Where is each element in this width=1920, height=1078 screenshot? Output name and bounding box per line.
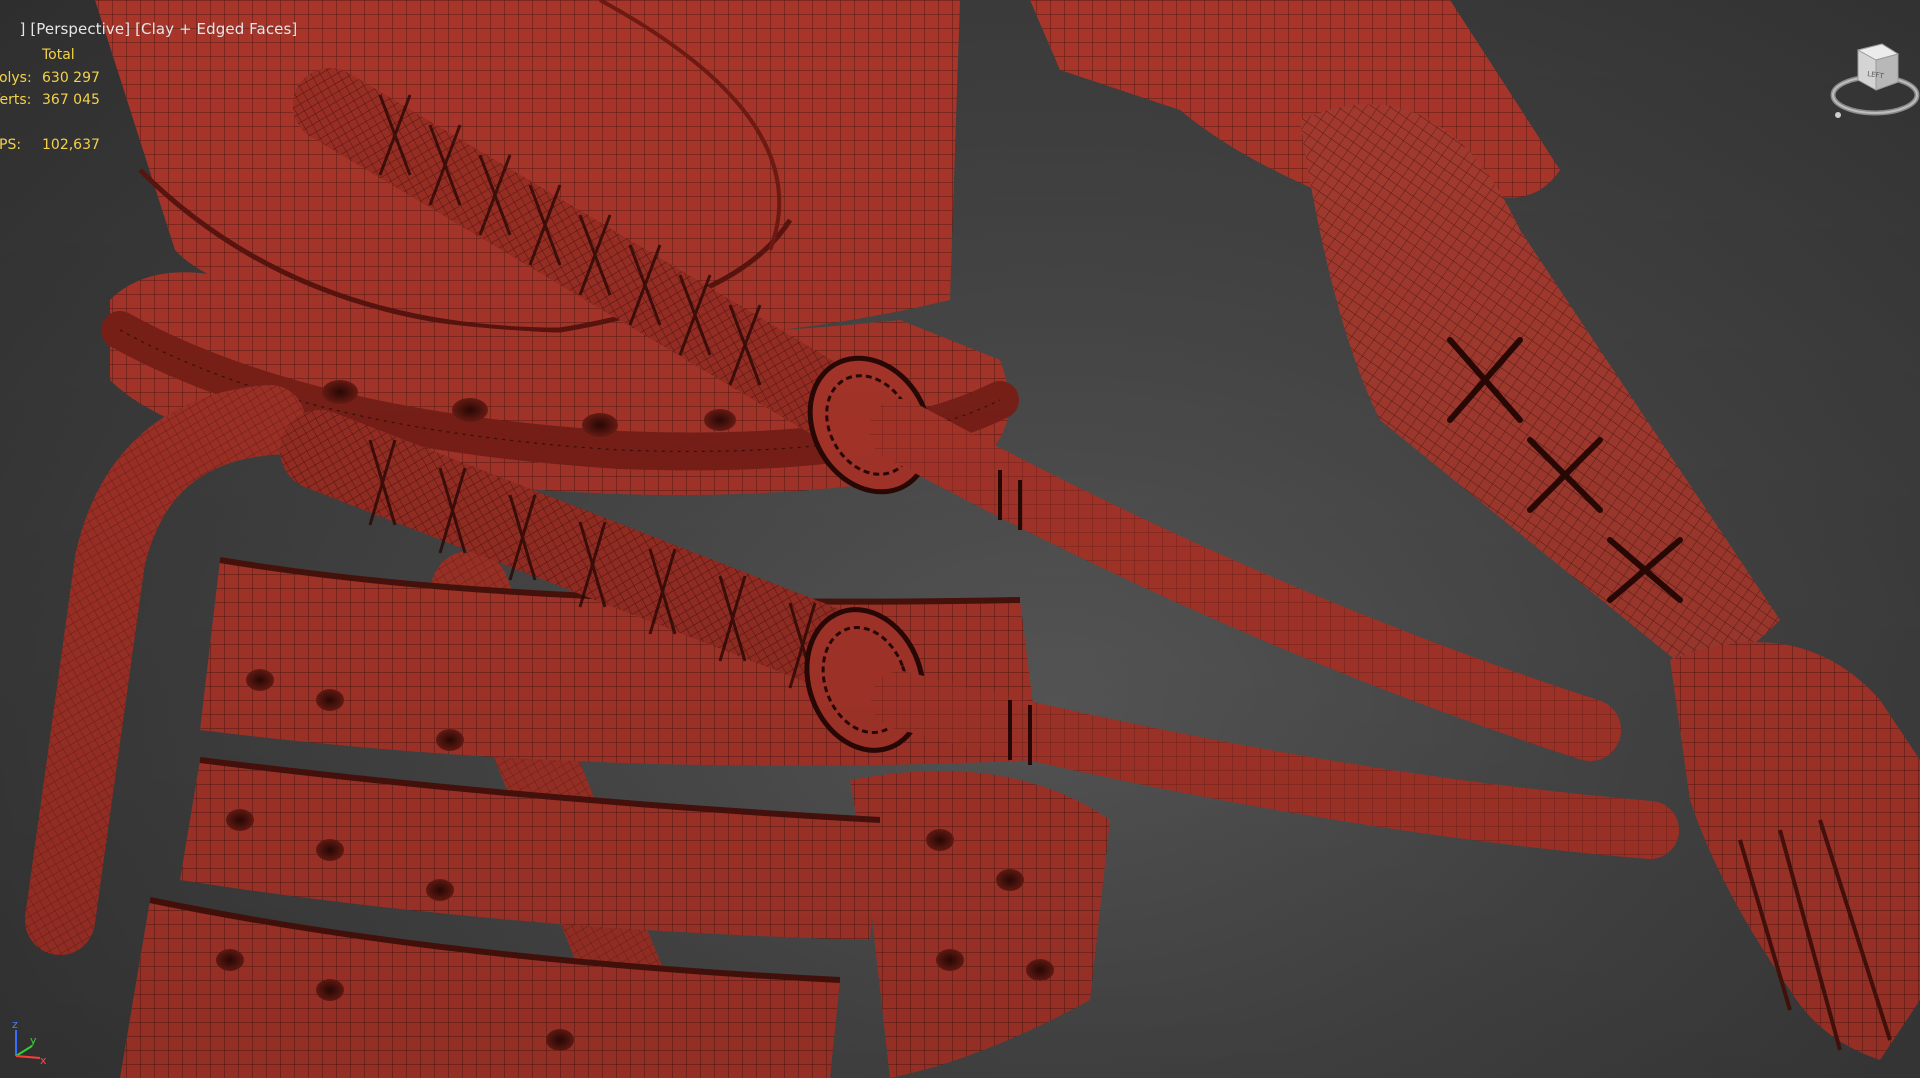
axis-tripod-icon: z y x xyxy=(12,1018,47,1067)
model-scene[interactable] xyxy=(0,0,1920,1078)
right-forearm-bracer xyxy=(1300,104,1780,680)
viewport-point-of-view-label[interactable]: [Perspective] xyxy=(30,20,130,38)
3d-viewport[interactable]: ] [Perspective] [Clay + Edged Faces] Tot… xyxy=(0,0,1920,1078)
stats-fps-label: FPS: xyxy=(0,137,22,153)
stats-fps-row: FPS: 102,637 xyxy=(0,134,122,157)
armor-plates xyxy=(120,557,1110,1078)
axis-label-z: z xyxy=(12,1018,18,1031)
stats-verts-value: 367 045 xyxy=(42,92,100,108)
axis-label-y: y xyxy=(30,1034,37,1047)
scene-statistics: Total Polys: 630 297 Verts: 367 045 FPS:… xyxy=(0,44,122,157)
stats-polys-value: 630 297 xyxy=(42,69,100,86)
viewcube-icon[interactable]: LEFT xyxy=(1820,40,1920,130)
stats-verts-label: Verts: xyxy=(0,92,32,108)
right-hand xyxy=(1670,642,1920,1060)
stats-polys-row: Polys: 630 297 xyxy=(0,67,122,90)
viewport-shading-label[interactable]: [Clay + Edged Faces] xyxy=(135,20,297,38)
axis-label-x: x xyxy=(40,1054,47,1067)
stats-total-header: Total xyxy=(42,47,75,63)
stats-polys-label: Polys: xyxy=(0,69,32,86)
stats-fps-value: 102,637 xyxy=(42,137,100,153)
stats-verts-row: Verts: 367 045 xyxy=(0,89,122,112)
stats-header-row: Total xyxy=(0,44,122,67)
viewport-menu-plus[interactable]: ] xyxy=(19,20,25,38)
